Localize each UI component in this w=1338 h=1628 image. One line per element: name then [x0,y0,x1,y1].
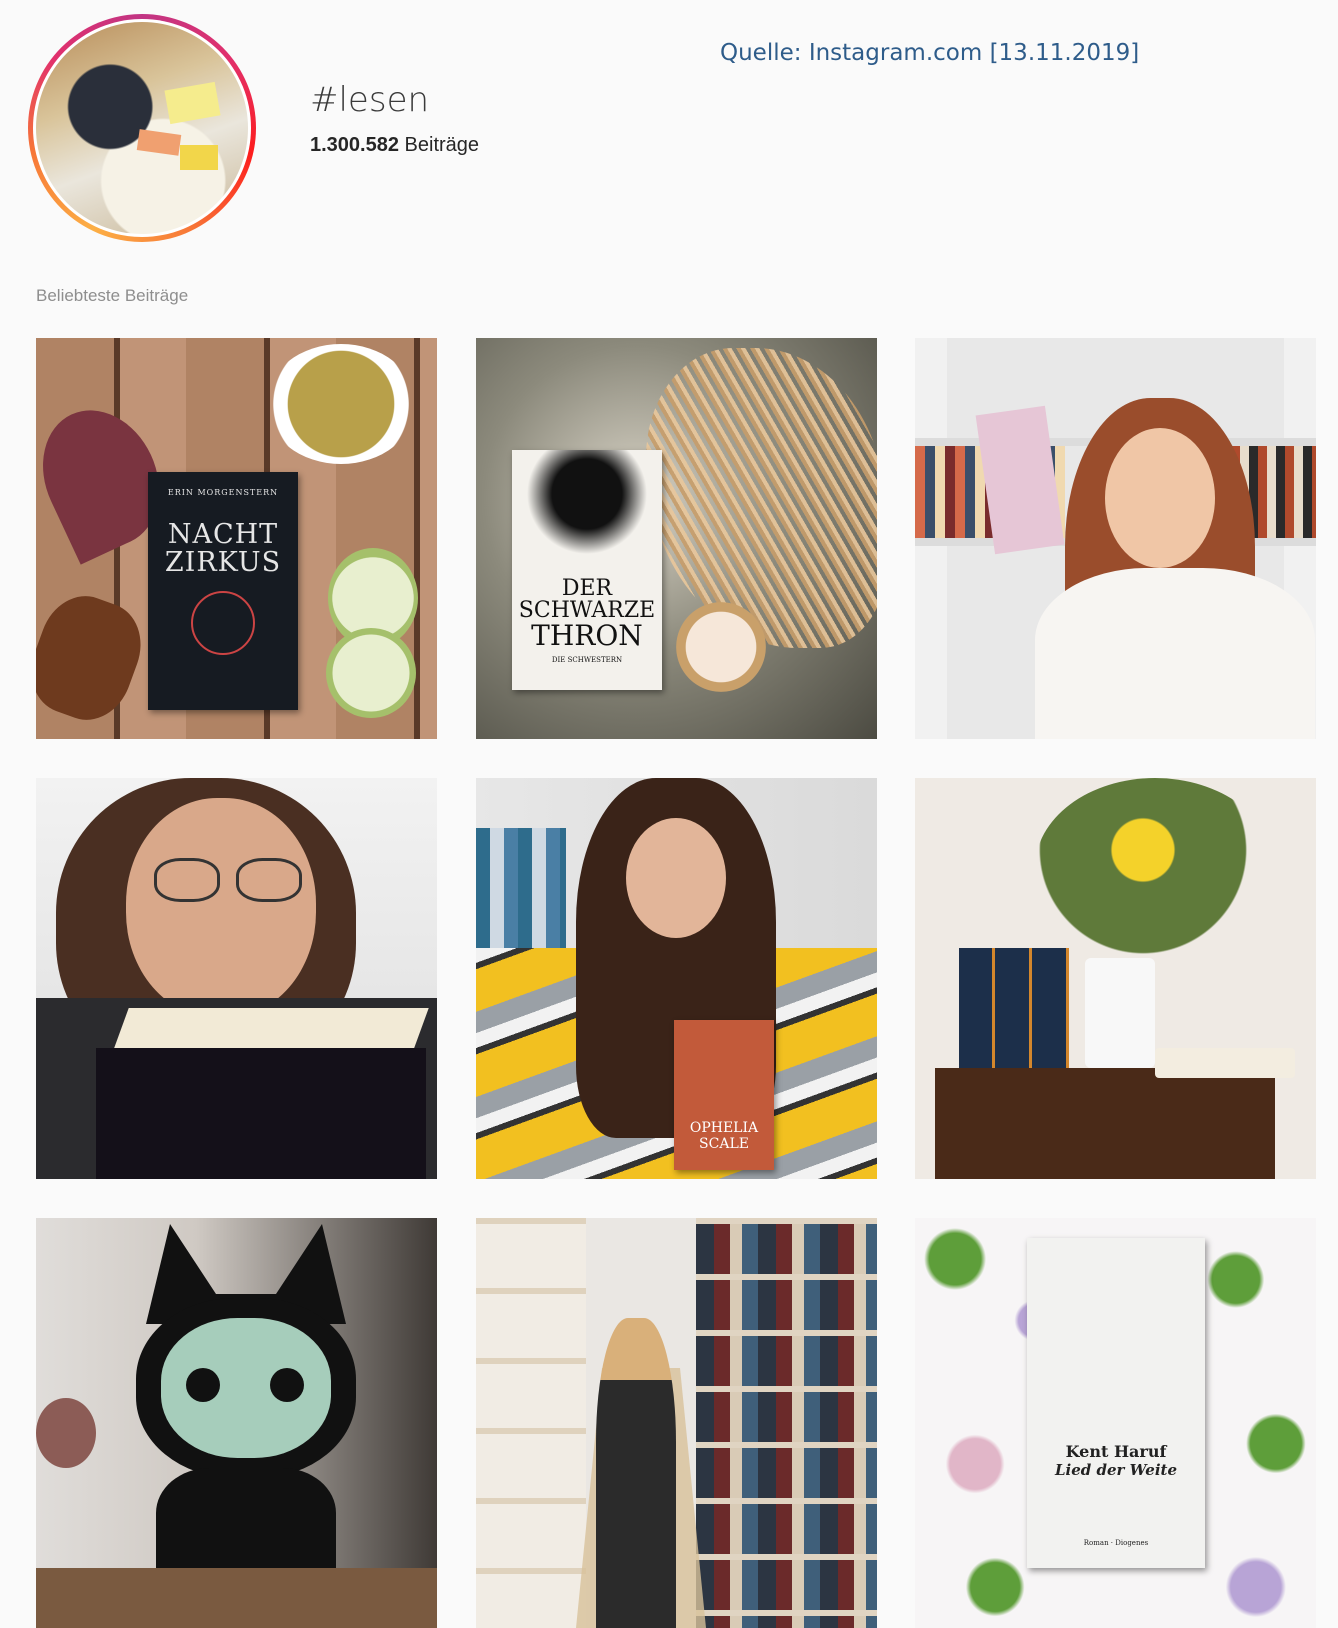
post-count: 1.300.582 Beiträge [310,134,479,157]
post-count-number: 1.300.582 [310,134,399,156]
post-image [915,338,1316,739]
book-title-line3: THRON [531,619,643,652]
book-cover: Kent Haruf Lied der Weite Roman · Diogen… [1027,1238,1205,1568]
hashtag-avatar[interactable] [28,14,256,242]
book-cover: DER SCHWARZE THRON DIE SCHWESTERN [512,450,662,690]
book-title-line2: ZIRKUS [164,547,282,578]
post-image: OPHELIA SCALE [476,778,877,1179]
post-tile-7[interactable] [36,1218,437,1628]
book-author: Kent Haruf [1065,1442,1167,1461]
post-tile-1[interactable]: ERIN MORGENSTERN NACHT ZIRKUS [36,338,437,739]
avatar-photo [36,22,248,234]
post-tile-6[interactable] [915,778,1316,1179]
post-tile-3[interactable] [915,338,1316,739]
post-tile-8[interactable] [476,1218,877,1628]
book-subtitle: DIE SCHWESTERN [551,656,623,664]
book-publisher: Roman · Diogenes [1083,1539,1149,1547]
book-title-line1: DER [561,576,613,601]
book-author: ERIN MORGENSTERN [167,488,279,497]
post-image [36,1218,437,1628]
source-note: Quelle: Instagram.com [13.11.2019] [720,40,1140,66]
section-title-top-posts: Beliebteste Beiträge [36,286,189,305]
post-image [476,1218,877,1628]
book-cover: ERIN MORGENSTERN NACHT ZIRKUS [148,472,298,710]
post-tile-4[interactable] [36,778,437,1179]
book-title: Lied der Weite [1055,1461,1177,1479]
post-tile-9[interactable]: Kent Haruf Lied der Weite Roman · Diogen… [915,1218,1316,1628]
post-image [915,778,1316,1179]
post-image: DER SCHWARZE THRON DIE SCHWESTERN [476,338,877,739]
post-count-label: Beiträge [398,134,480,156]
post-image: ERIN MORGENSTERN NACHT ZIRKUS [36,338,437,739]
post-tile-2[interactable]: DER SCHWARZE THRON DIE SCHWESTERN [476,338,877,739]
book-cover: OPHELIA SCALE [674,1020,774,1170]
book-title: OPHELIA SCALE [689,1120,759,1152]
post-tile-5[interactable]: OPHELIA SCALE [476,778,877,1179]
post-image: Kent Haruf Lied der Weite Roman · Diogen… [915,1218,1316,1628]
book-title-line1: NACHT [167,519,279,550]
post-image [36,778,437,1179]
hashtag-title: #lesen [310,80,430,120]
